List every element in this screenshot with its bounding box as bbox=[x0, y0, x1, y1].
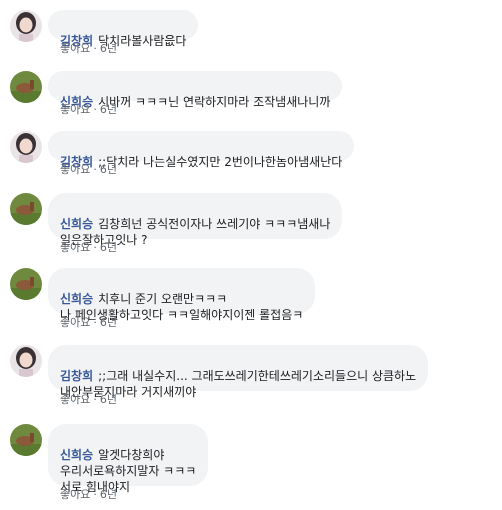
separator-dot: · bbox=[93, 103, 97, 116]
girl-avatar[interactable] bbox=[10, 131, 42, 163]
like-button[interactable]: 좋아요 bbox=[60, 393, 90, 406]
comment-actions: 좋아요 · 6년 bbox=[60, 241, 117, 255]
comment-author[interactable]: 신희승 bbox=[60, 448, 93, 462]
comment-time[interactable]: 6년 bbox=[100, 241, 117, 254]
separator-dot: · bbox=[93, 393, 97, 406]
girl-avatar[interactable] bbox=[10, 10, 42, 42]
comment-time[interactable]: 6년 bbox=[100, 163, 117, 176]
like-button[interactable]: 좋아요 bbox=[60, 316, 90, 329]
comment-bubble: 신희승 시바꺼 ㅋㅋㅋ닌 연락하지마라 조작냄새나니까 bbox=[48, 71, 343, 109]
comment-bubble: 김창희 ;;닥치라 나는실수였지만 2번이나한놈아냄새난다 bbox=[48, 131, 355, 169]
separator-dot: · bbox=[93, 163, 97, 176]
like-button[interactable]: 좋아요 bbox=[60, 103, 90, 116]
comment-time[interactable]: 6년 bbox=[100, 488, 117, 501]
comment-author[interactable]: 신희승 bbox=[60, 292, 93, 306]
girl-avatar[interactable] bbox=[10, 345, 42, 377]
comment-bubble: 김창희 닥치라볼사람읎다 bbox=[48, 10, 199, 48]
like-button[interactable]: 좋아요 bbox=[60, 241, 90, 254]
comment-actions: 좋아요 · 6년 bbox=[60, 393, 117, 407]
comment-time[interactable]: 6년 bbox=[100, 42, 117, 55]
horse-avatar[interactable] bbox=[10, 71, 42, 103]
separator-dot: · bbox=[93, 241, 97, 254]
comment-bubble: 신희승 김창희넌 공식전이자나 쓰레기야 ㅋㅋㅋ냄새나 일은잘하고잇나 ? bbox=[48, 193, 343, 247]
horse-avatar[interactable] bbox=[10, 268, 42, 300]
comment-time[interactable]: 6년 bbox=[100, 393, 117, 406]
like-button[interactable]: 좋아요 bbox=[60, 488, 90, 501]
comment-author[interactable]: 신희승 bbox=[60, 217, 93, 231]
separator-dot: · bbox=[93, 42, 97, 55]
comment-actions: 좋아요 · 6년 bbox=[60, 163, 117, 177]
separator-dot: · bbox=[93, 488, 97, 501]
horse-avatar[interactable] bbox=[10, 424, 42, 456]
comment-bubble: 신희승 알겟다창희야 우리서로욕하지말자 ㅋㅋㅋ 서로 힘내야지 bbox=[48, 424, 209, 494]
comment-time[interactable]: 6년 bbox=[100, 316, 117, 329]
comment-text: ;;닥치라 나는실수였지만 2번이나한놈아냄새난다 bbox=[98, 155, 343, 169]
comment-actions: 좋아요 · 6년 bbox=[60, 316, 117, 330]
comment-author[interactable]: 김창희 bbox=[60, 369, 93, 383]
comment-text: 시바꺼 ㅋㅋㅋ닌 연락하지마라 조작냄새나니까 bbox=[98, 95, 331, 109]
horse-avatar[interactable] bbox=[10, 193, 42, 225]
comment-actions: 좋아요 · 6년 bbox=[60, 42, 117, 56]
like-button[interactable]: 좋아요 bbox=[60, 163, 90, 176]
separator-dot: · bbox=[93, 316, 97, 329]
comment-bubble: 김창희 ;;그래 내실수지... 그래도쓰레기한테쓰레기소리들으니 상큼하노 내안… bbox=[48, 345, 429, 399]
comment-bubble: 신희승 치후니 준기 오랜만ㅋㅋㅋ 나 페인생활하고잇다 ㅋㅋ일해야지이젠 롤접음… bbox=[48, 268, 316, 322]
like-button[interactable]: 좋아요 bbox=[60, 42, 90, 55]
comment-time[interactable]: 6년 bbox=[100, 103, 117, 116]
comment-actions: 좋아요 · 6년 bbox=[60, 488, 117, 502]
comment-actions: 좋아요 · 6년 bbox=[60, 103, 117, 117]
